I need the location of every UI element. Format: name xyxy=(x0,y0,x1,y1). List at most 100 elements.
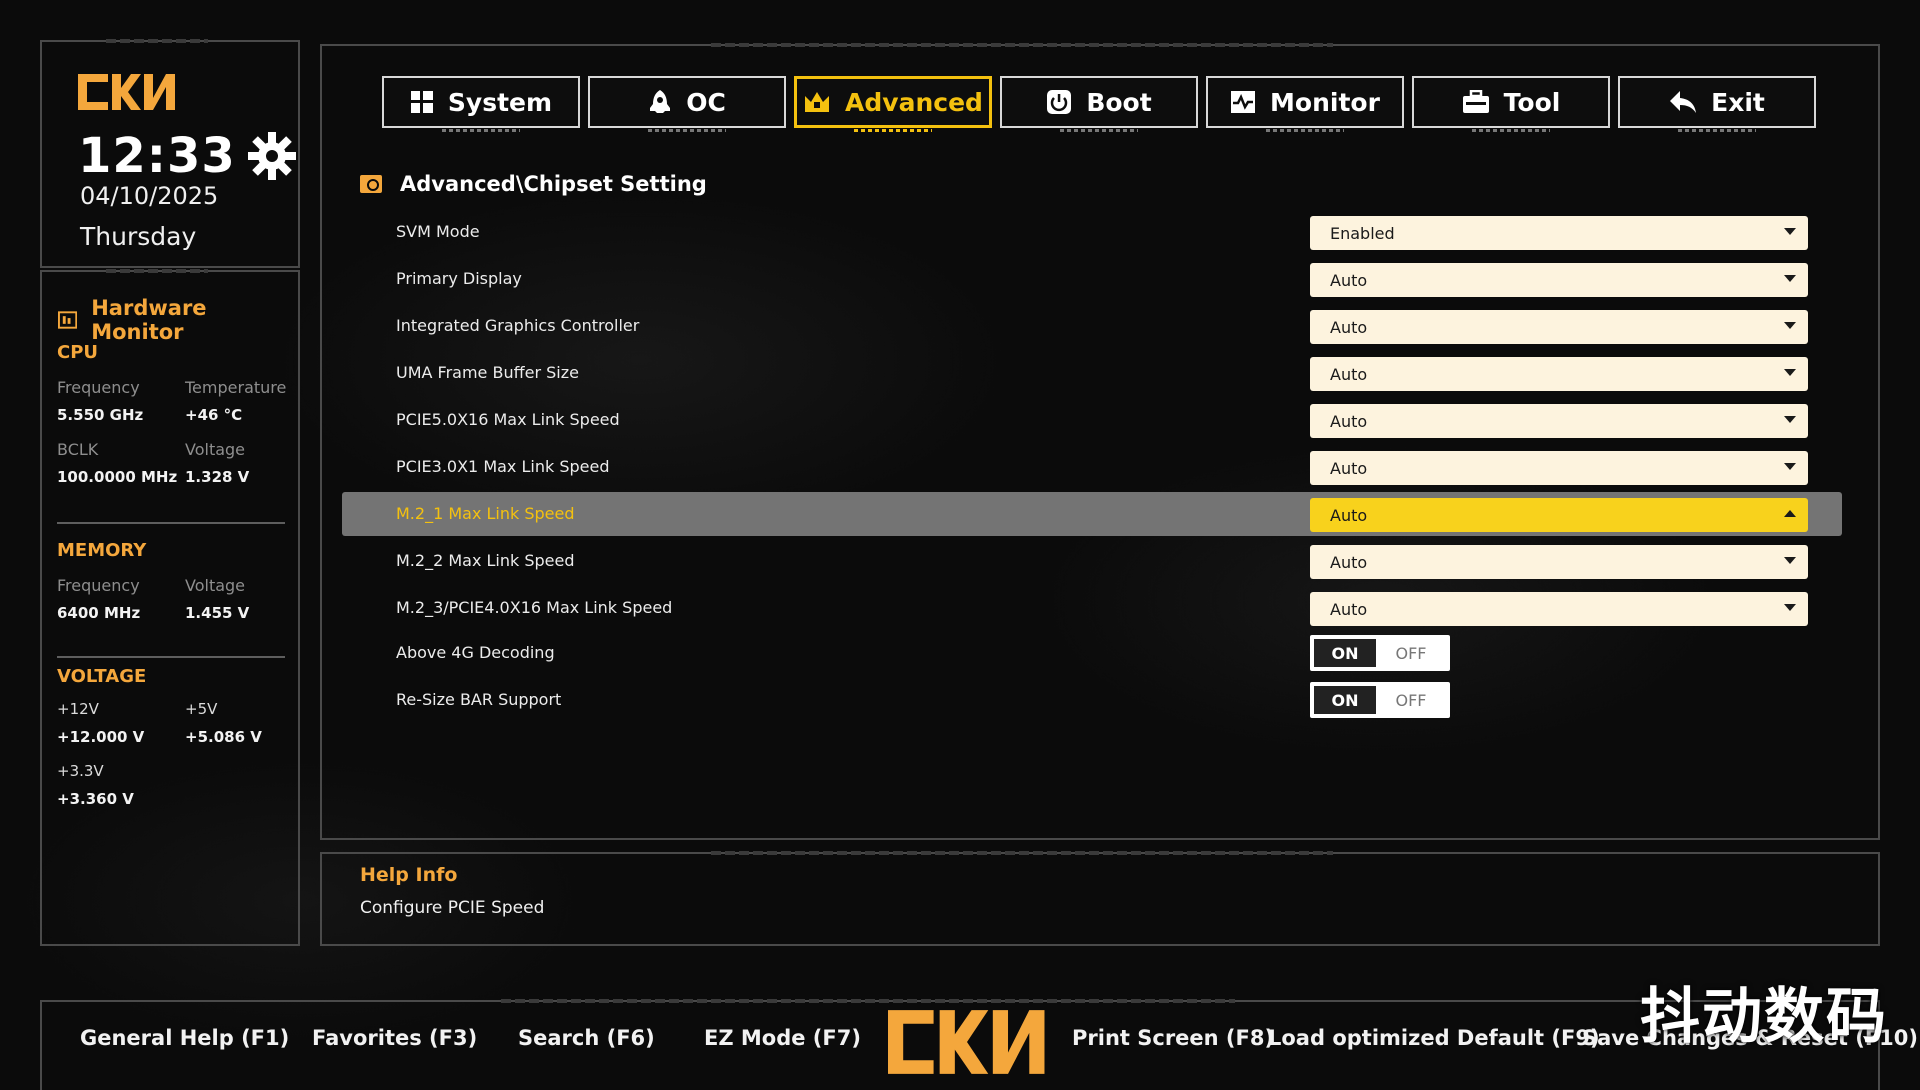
dropdown-value: Auto xyxy=(1330,270,1368,290)
tab-exit[interactable]: Exit xyxy=(1618,76,1816,132)
chevron-down-icon xyxy=(1784,369,1796,376)
brand-logo xyxy=(78,74,175,110)
tab-oc[interactable]: OC xyxy=(588,76,786,132)
help-text: Configure PCIE Speed xyxy=(360,898,545,918)
resize-bar-toggle[interactable]: ON OFF xyxy=(1310,682,1450,718)
m2-3-speed-dropdown[interactable]: Auto xyxy=(1310,592,1808,626)
toggle-off[interactable]: OFF xyxy=(1376,639,1446,667)
brand-logo xyxy=(888,1010,1045,1074)
setting-label: M.2_3/PCIE4.0X16 Max Link Speed xyxy=(396,598,673,617)
tab-label: Monitor xyxy=(1270,87,1380,117)
cpu-temperature-label: Temperature xyxy=(185,378,287,397)
chevron-down-icon xyxy=(1784,416,1796,423)
setting-row-primary-display[interactable]: Primary Display Auto xyxy=(342,257,1842,301)
v33-value: +3.360 V xyxy=(57,790,134,808)
rocket-icon xyxy=(650,90,671,113)
above-4g-toggle[interactable]: ON OFF xyxy=(1310,635,1450,671)
dropdown-value: Auto xyxy=(1330,364,1368,384)
toggle-off[interactable]: OFF xyxy=(1376,686,1446,714)
watermark: 抖动数码 xyxy=(1640,982,1888,1052)
uma-frame-buffer-dropdown[interactable]: Auto xyxy=(1310,357,1808,391)
setting-label: Re-Size BAR Support xyxy=(396,690,562,709)
setting-row-igpu-controller[interactable]: Integrated Graphics Controller Auto xyxy=(342,304,1842,348)
dropdown-value: Auto xyxy=(1330,599,1368,619)
m2-2-speed-dropdown[interactable]: Auto xyxy=(1310,545,1808,579)
dropdown-value: Auto xyxy=(1330,552,1368,572)
bclk-label: BCLK xyxy=(57,440,99,459)
tab-boot[interactable]: Boot xyxy=(1000,76,1198,132)
toggle-on[interactable]: ON xyxy=(1314,639,1376,667)
power-icon xyxy=(1047,90,1072,114)
tab-bar: System OC Advanced Boot Monitor Tool Exi… xyxy=(382,76,1816,132)
hardware-monitor-panel: Hardware Monitor CPU Frequency Temperatu… xyxy=(40,269,300,946)
m2-1-speed-dropdown[interactable]: Auto xyxy=(1310,498,1808,532)
print-screen-button[interactable]: Print Screen (F8) xyxy=(1072,1026,1274,1050)
setting-label: SVM Mode xyxy=(396,222,480,241)
gear-icon[interactable] xyxy=(246,130,298,182)
primary-display-dropdown[interactable]: Auto xyxy=(1310,263,1808,297)
chevron-up-icon xyxy=(1784,510,1796,517)
memory-voltage-label: Voltage xyxy=(185,576,246,595)
divider xyxy=(57,522,285,524)
setting-row-svm-mode[interactable]: SVM Mode Enabled xyxy=(342,210,1842,254)
function-key-bar: General Help (F1) Favorites (F3) Search … xyxy=(40,999,1918,1090)
date: 04/10/2025 xyxy=(80,182,219,210)
chevron-down-icon xyxy=(1784,557,1796,564)
favorites-button[interactable]: Favorites (F3) xyxy=(312,1026,477,1050)
toolbox-icon xyxy=(1462,90,1489,113)
tab-label: Advanced xyxy=(845,87,983,117)
setting-row-m2-1-speed[interactable]: M.2_1 Max Link Speed Auto xyxy=(342,492,1842,536)
setting-row-m2-2-speed[interactable]: M.2_2 Max Link Speed Auto xyxy=(342,539,1842,583)
setting-row-m2-3-speed[interactable]: M.2_3/PCIE4.0X16 Max Link Speed Auto xyxy=(342,586,1842,630)
memory-voltage-value: 1.455 V xyxy=(185,604,250,622)
svm-mode-dropdown[interactable]: Enabled xyxy=(1310,216,1808,250)
tab-label: OC xyxy=(686,87,726,117)
pcie3-speed-dropdown[interactable]: Auto xyxy=(1310,451,1808,485)
general-help-button[interactable]: General Help (F1) xyxy=(80,1026,289,1050)
dropdown-value: Auto xyxy=(1330,317,1368,337)
ez-mode-button[interactable]: EZ Mode (F7) xyxy=(704,1026,861,1050)
dropdown-value: Auto xyxy=(1330,458,1368,478)
setting-label: PCIE5.0X16 Max Link Speed xyxy=(396,410,620,429)
dropdown-value: Auto xyxy=(1330,411,1368,431)
setting-label: M.2_2 Max Link Speed xyxy=(396,551,575,570)
setting-row-pcie5-speed[interactable]: PCIE5.0X16 Max Link Speed Auto xyxy=(342,398,1842,442)
setting-label: M.2_1 Max Link Speed xyxy=(396,504,575,523)
setting-row-pcie3-speed[interactable]: PCIE3.0X1 Max Link Speed Auto xyxy=(342,445,1842,489)
setting-label: Integrated Graphics Controller xyxy=(396,316,640,335)
help-title: Help Info xyxy=(360,864,458,886)
setting-row-uma-frame-buffer[interactable]: UMA Frame Buffer Size Auto xyxy=(342,351,1842,395)
tab-label: Exit xyxy=(1711,87,1765,117)
cpu-temperature-value: +46 °C xyxy=(185,406,243,424)
cpu-voltage-value: 1.328 V xyxy=(185,468,250,486)
v12-value: +12.000 V xyxy=(57,728,145,746)
tab-label: System xyxy=(447,87,553,117)
hardware-monitor-title: Hardware Monitor xyxy=(91,296,207,344)
search-button[interactable]: Search (F6) xyxy=(518,1026,655,1050)
v5-value: +5.086 V xyxy=(185,728,262,746)
voltage-title: VOLTAGE xyxy=(57,666,147,687)
setting-row-above-4g[interactable]: Above 4G Decoding ON OFF xyxy=(342,631,1842,675)
tab-system[interactable]: System xyxy=(382,76,580,132)
memory-frequency-value: 6400 MHz xyxy=(57,604,141,622)
monitor-icon xyxy=(58,311,78,329)
chevron-down-icon xyxy=(1784,228,1796,235)
tab-tool[interactable]: Tool xyxy=(1412,76,1610,132)
chipset-icon xyxy=(360,175,382,193)
pulse-icon xyxy=(1231,91,1256,113)
tab-advanced[interactable]: Advanced xyxy=(794,76,992,132)
v12-label: +12V xyxy=(57,700,99,718)
igpu-controller-dropdown[interactable]: Auto xyxy=(1310,310,1808,344)
chevron-down-icon xyxy=(1784,275,1796,282)
setting-label: PCIE3.0X1 Max Link Speed xyxy=(396,457,610,476)
dropdown-value: Enabled xyxy=(1330,223,1395,243)
load-default-button[interactable]: Load optimized Default (F9) xyxy=(1268,1026,1600,1050)
toggle-on[interactable]: ON xyxy=(1314,686,1376,714)
setting-row-resize-bar[interactable]: Re-Size BAR Support ON OFF xyxy=(342,678,1842,722)
memory-title: MEMORY xyxy=(57,540,147,561)
tab-monitor[interactable]: Monitor xyxy=(1206,76,1404,132)
crown-icon xyxy=(805,92,830,112)
pcie5-speed-dropdown[interactable]: Auto xyxy=(1310,404,1808,438)
cpu-voltage-label: Voltage xyxy=(185,440,246,459)
cpu-frequency-label: Frequency xyxy=(57,378,140,397)
